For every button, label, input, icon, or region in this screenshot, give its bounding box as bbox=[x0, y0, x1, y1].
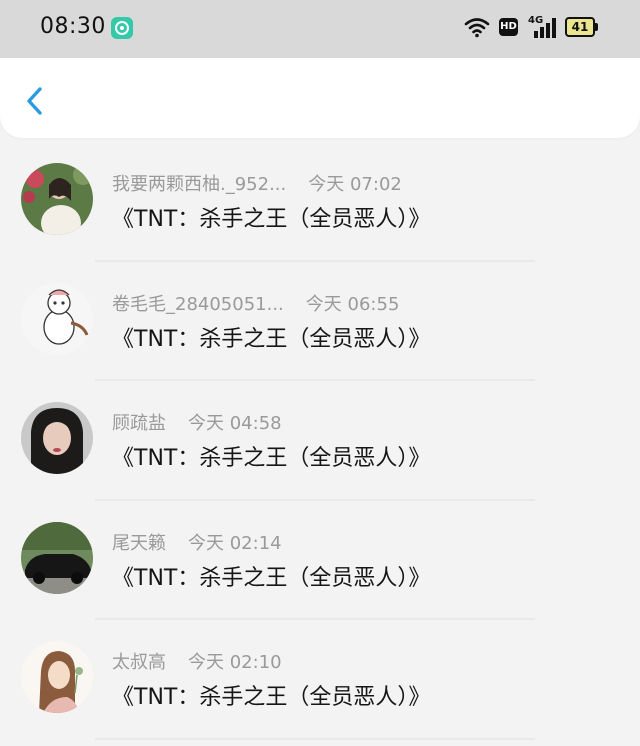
sender-name[interactable]: 我要两颗西柚._952... bbox=[112, 174, 286, 195]
battery-level: 41 bbox=[571, 20, 589, 34]
timestamp: 今天 02:10 bbox=[188, 652, 282, 673]
item-meta: 我要两颗西柚._952... 今天 07:02 bbox=[112, 170, 402, 196]
sender-name[interactable]: 卷毛毛_28405051... bbox=[112, 294, 284, 315]
message-text: 《TNT：杀手之王（全员恶人）》 bbox=[112, 326, 431, 352]
item-meta: 尾天籁 今天 02:14 bbox=[112, 529, 282, 555]
item-meta: 卷毛毛_28405051... 今天 06:55 bbox=[112, 290, 399, 316]
list-item[interactable]: 顾疏盐 今天 04:58 《TNT：杀手之王（全员恶人）》 bbox=[0, 381, 640, 501]
item-meta: 太叔高 今天 02:10 bbox=[112, 648, 282, 674]
avatar[interactable] bbox=[21, 521, 93, 594]
timestamp: 今天 02:14 bbox=[188, 532, 282, 554]
divider bbox=[95, 737, 535, 740]
timestamp: 今天 04:58 bbox=[188, 413, 282, 434]
message-list: 我要两颗西柚._952... 今天 07:02 《TNT：杀手之王（全员恶人）》 … bbox=[0, 142, 640, 740]
sender-name[interactable]: 太叔高 bbox=[112, 652, 166, 673]
avatar[interactable] bbox=[21, 402, 93, 474]
battery-tip bbox=[595, 23, 598, 31]
list-item[interactable]: 卷毛毛_28405051... 今天 06:55 《TNT：杀手之王（全员恶人）》 bbox=[0, 262, 640, 381]
avatar[interactable] bbox=[21, 163, 93, 235]
list-item[interactable]: 我要两颗西柚._952... 今天 07:02 《TNT：杀手之王（全员恶人）》 bbox=[0, 142, 640, 262]
message-text: 《TNT：杀手之王（全员恶人）》 bbox=[112, 207, 431, 232]
sender-name[interactable]: 尾天籁 bbox=[112, 533, 166, 554]
chevron-left-icon bbox=[27, 87, 42, 115]
list-item[interactable]: 太叔高 今天 02:10 《TNT：杀手之王（全员恶人）》 bbox=[0, 620, 640, 740]
timestamp: 今天 06:55 bbox=[305, 293, 400, 315]
list-item[interactable]: 尾天籁 今天 02:14 《TNT：杀手之王（全员恶人）》 bbox=[0, 501, 640, 620]
timestamp: 今天 07:02 bbox=[308, 174, 402, 195]
status-time: 08:30 bbox=[40, 14, 106, 39]
status-bar: 08:30 HD 4G 41 bbox=[0, 0, 640, 58]
back-button[interactable] bbox=[18, 82, 52, 120]
hd-badge: HD bbox=[499, 18, 518, 36]
message-text: 《TNT：杀手之王（全员恶人）》 bbox=[112, 685, 431, 710]
message-text: 《TNT：杀手之王（全员恶人）》 bbox=[112, 446, 431, 471]
app-notification-icon bbox=[111, 17, 133, 39]
avatar[interactable] bbox=[21, 282, 93, 355]
avatar[interactable] bbox=[21, 641, 93, 713]
wifi-icon bbox=[464, 16, 490, 42]
cellular-signal-icon bbox=[528, 18, 556, 42]
item-meta: 顾疏盐 今天 04:58 bbox=[112, 409, 282, 435]
header-bar bbox=[0, 58, 640, 138]
sender-name[interactable]: 顾疏盐 bbox=[112, 413, 166, 434]
message-text: 《TNT：杀手之王（全员恶人）》 bbox=[112, 565, 431, 591]
battery-icon: 41 bbox=[565, 17, 595, 37]
